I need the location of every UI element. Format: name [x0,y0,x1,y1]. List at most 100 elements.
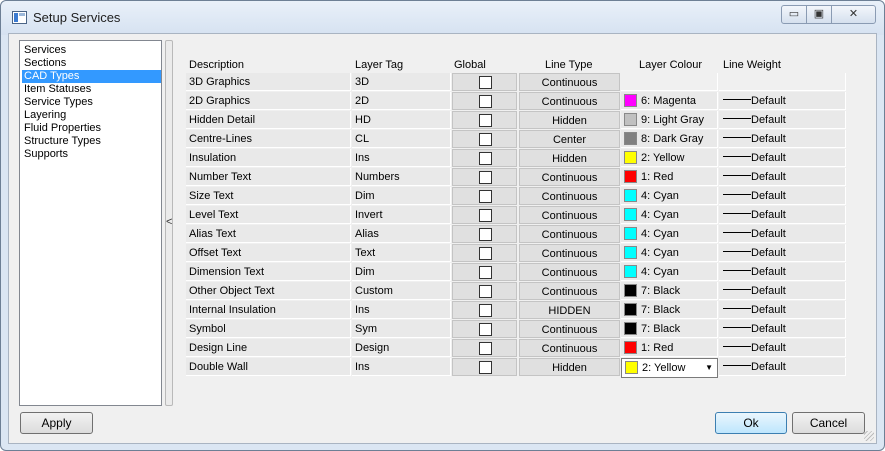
table-row[interactable]: Alias Text Alias Continuous 4: Cyan Default [186,225,846,244]
layer-tag-cell[interactable]: HD [352,111,451,129]
layer-tag-cell[interactable]: 2D [352,92,451,110]
layer-colour-cell[interactable]: 1: Red [621,168,718,186]
line-type-cell[interactable]: Continuous [519,73,620,91]
global-checkbox[interactable] [479,247,492,260]
line-weight-cell[interactable]: Default [719,358,846,376]
layer-colour-cell[interactable]: 7: Black [621,282,718,300]
line-weight-cell[interactable]: Default [719,111,846,129]
line-type-cell[interactable]: Continuous [519,225,620,243]
layer-colour-cell[interactable]: 2: Yellow [621,149,718,167]
nav-item[interactable]: Fluid Properties [22,122,161,135]
description-cell[interactable]: Double Wall [186,358,351,376]
layer-colour-cell[interactable]: 4: Cyan [621,263,718,281]
table-row[interactable]: 3D Graphics 3D Continuous [186,73,846,92]
collapse-splitter[interactable]: < [165,40,173,406]
layer-tag-cell[interactable]: Design [352,339,451,357]
apply-button[interactable]: Apply [20,412,93,434]
global-checkbox[interactable] [479,304,492,317]
layer-colour-cell[interactable]: 9: Light Gray [621,111,718,129]
line-type-cell[interactable]: Continuous [519,244,620,262]
line-type-cell[interactable]: Hidden [519,111,620,129]
nav-item[interactable]: Structure Types [22,135,161,148]
ok-button[interactable]: Ok [715,412,787,434]
description-cell[interactable]: Alias Text [186,225,351,243]
table-row[interactable]: Double Wall Ins Hidden 2: Yellow ▼ Default [186,358,846,378]
category-list[interactable]: Services Sections CAD Types Item Statuses Se… [19,40,162,406]
nav-item[interactable]: Supports [22,148,161,161]
cancel-button[interactable]: Cancel [792,412,865,434]
line-type-cell[interactable]: Continuous [519,92,620,110]
layer-tag-cell[interactable]: Sym [352,320,451,338]
table-row[interactable]: Insulation Ins Hidden 2: Yellow Default [186,149,846,168]
layer-tag-cell[interactable]: 3D [352,73,451,91]
line-type-cell[interactable]: HIDDEN [519,301,620,319]
chevron-down-icon[interactable]: ▼ [705,359,713,377]
global-checkbox[interactable] [479,342,492,355]
resize-grip-icon[interactable] [864,431,874,441]
global-checkbox[interactable] [479,95,492,108]
global-checkbox[interactable] [479,171,492,184]
table-row[interactable]: Symbol Sym Continuous 7: Black Default [186,320,846,339]
description-cell[interactable]: Number Text [186,168,351,186]
nav-item[interactable]: Item Statuses [22,83,161,96]
line-type-cell[interactable]: Continuous [519,282,620,300]
line-weight-cell[interactable]: Default [719,282,846,300]
layer-colour-cell[interactable]: 6: Magenta [621,92,718,110]
layer-tag-cell[interactable]: Ins [352,358,451,376]
line-type-cell[interactable]: Continuous [519,206,620,224]
line-weight-cell[interactable]: Default [719,92,846,110]
table-row[interactable]: Level Text Invert Continuous 4: Cyan Default [186,206,846,225]
layer-colour-cell[interactable]: 7: Black [621,320,718,338]
global-checkbox[interactable] [479,114,492,127]
global-checkbox[interactable] [479,152,492,165]
description-cell[interactable]: Design Line [186,339,351,357]
line-weight-cell[interactable]: Default [719,320,846,338]
description-cell[interactable]: Size Text [186,187,351,205]
layer-tag-cell[interactable]: CL [352,130,451,148]
table-row[interactable]: Size Text Dim Continuous 4: Cyan Default [186,187,846,206]
description-cell[interactable]: Offset Text [186,244,351,262]
table-row[interactable]: Dimension Text Dim Continuous 4: Cyan Defaul… [186,263,846,282]
global-checkbox[interactable] [479,361,492,374]
line-weight-cell[interactable]: Default [719,149,846,167]
title-bar[interactable]: Setup Services ▭ ▣ ✕ [1,1,884,35]
layer-tag-cell[interactable]: Numbers [352,168,451,186]
global-checkbox[interactable] [479,323,492,336]
layer-tag-cell[interactable]: Custom [352,282,451,300]
line-weight-cell[interactable]: Default [719,225,846,243]
global-checkbox[interactable] [479,266,492,279]
global-checkbox[interactable] [479,209,492,222]
layer-tag-cell[interactable]: Dim [352,263,451,281]
table-row[interactable]: Design Line Design Continuous 1: Red Default [186,339,846,358]
table-row[interactable]: Internal Insulation Ins HIDDEN 7: Black Defa… [186,301,846,320]
layer-tag-cell[interactable]: Ins [352,301,451,319]
minimize-button[interactable]: ▭ [781,5,807,24]
description-cell[interactable]: Dimension Text [186,263,351,281]
line-weight-cell[interactable]: Default [719,206,846,224]
global-checkbox[interactable] [479,190,492,203]
nav-item[interactable]: Layering [22,109,161,122]
layer-tag-cell[interactable]: Invert [352,206,451,224]
close-button[interactable]: ✕ [831,5,876,24]
description-cell[interactable]: Symbol [186,320,351,338]
layer-tag-cell[interactable]: Dim [352,187,451,205]
description-cell[interactable]: 3D Graphics [186,73,351,91]
line-type-cell[interactable]: Continuous [519,168,620,186]
global-checkbox[interactable] [479,76,492,89]
line-weight-cell[interactable]: Default [719,244,846,262]
nav-item[interactable]: Service Types [22,96,161,109]
layer-colour-cell[interactable]: 4: Cyan [621,225,718,243]
collapse-arrow-icon[interactable]: < [166,216,172,228]
table-row[interactable]: 2D Graphics 2D Continuous 6: Magenta Default [186,92,846,111]
table-row[interactable]: Other Object Text Custom Continuous 7: Blac… [186,282,846,301]
description-cell[interactable]: Internal Insulation [186,301,351,319]
layer-colour-dropdown[interactable]: 2: Yellow ▼ [621,358,718,378]
global-checkbox[interactable] [479,228,492,241]
layer-colour-cell[interactable] [621,73,718,91]
layer-tag-cell[interactable]: Alias [352,225,451,243]
line-type-cell[interactable]: Continuous [519,320,620,338]
global-checkbox[interactable] [479,133,492,146]
description-cell[interactable]: Insulation [186,149,351,167]
line-weight-cell[interactable]: Default [719,301,846,319]
nav-item[interactable]: CAD Types [22,70,161,83]
